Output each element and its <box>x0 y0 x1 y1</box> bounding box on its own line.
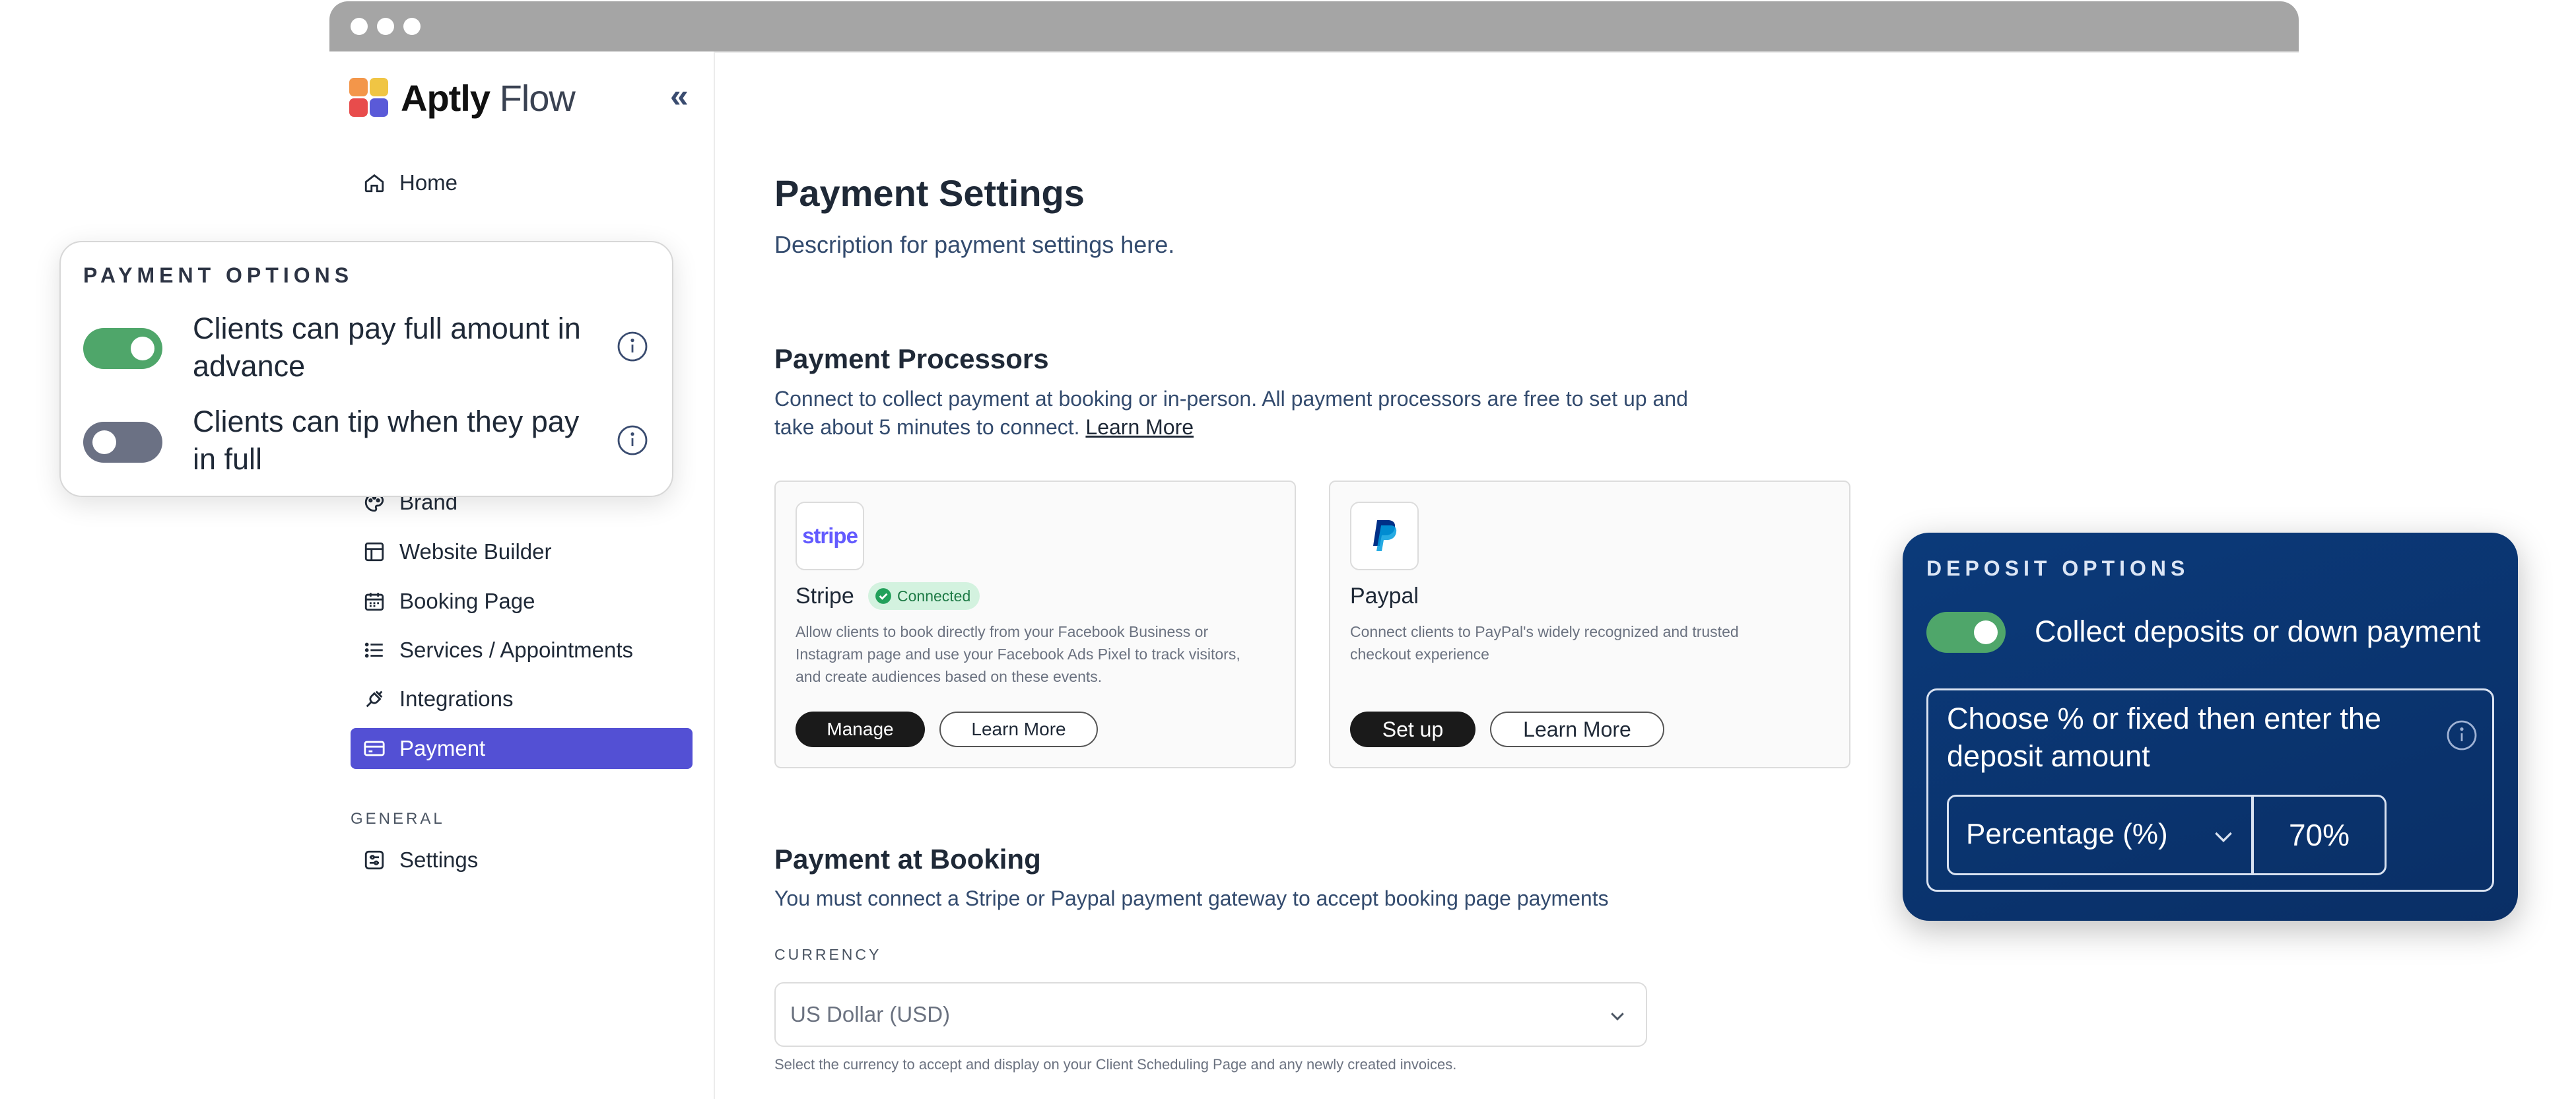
paypal-description-line: Connect clients to PayPal's widely recog… <box>1350 623 1739 640</box>
sidebar-item-home[interactable]: Home <box>351 162 693 203</box>
deposit-toggle-label: Collect deposits or down payment <box>2035 615 2481 648</box>
processors-learn-more-link[interactable]: Learn More <box>1085 415 1194 439</box>
home-icon <box>361 170 388 196</box>
currency-select[interactable]: US Dollar (USD) <box>774 982 1647 1047</box>
sidebar: Aptly Flow « Home Brand Website Builder <box>329 51 715 1099</box>
tip-label-line: Clients can tip when they pay <box>193 405 580 438</box>
info-icon[interactable] <box>617 331 648 362</box>
deposit-box-label-line: deposit amount <box>1947 739 2150 773</box>
stripe-description-line: Instagram page and use your Facebook Ads… <box>796 646 1240 663</box>
paypal-logo <box>1350 502 1419 570</box>
collapse-sidebar-icon[interactable]: « <box>670 77 689 115</box>
sidebar-item-label: Website Builder <box>399 539 552 564</box>
sidebar-item-payment[interactable]: Payment <box>351 728 693 769</box>
toggle-knob <box>1974 620 1998 644</box>
credit-card-icon <box>361 735 388 762</box>
paypal-learn-more-button[interactable]: Learn More <box>1490 712 1664 747</box>
sidebar-item-label: Payment <box>399 736 486 760</box>
check-circle-icon <box>875 588 891 604</box>
paypal-description-line: checkout experience <box>1350 646 1489 663</box>
brand-name: Aptly Flow <box>401 77 576 119</box>
processors-description-line2: take about 5 minutes to connect. Learn M… <box>774 415 1194 440</box>
tip-label: Clients can tip when they pay in full <box>193 403 579 478</box>
sidebar-item-label: Booking Page <box>399 589 535 613</box>
list-icon <box>361 637 388 663</box>
settings-icon <box>361 847 388 873</box>
info-icon[interactable] <box>617 424 648 456</box>
window-maximize-dot[interactable] <box>403 18 421 35</box>
tip-label-line: in full <box>193 442 263 476</box>
window-close-dot[interactable] <box>351 18 368 35</box>
stripe-logo-text: stripe <box>802 523 858 548</box>
toggle-knob <box>131 337 154 360</box>
sidebar-item-booking-page[interactable]: Booking Page <box>351 581 693 622</box>
sidebar-item-label: Settings <box>399 848 479 872</box>
tip-toggle[interactable] <box>83 422 162 463</box>
stripe-manage-button[interactable]: Manage <box>796 712 925 747</box>
deposit-type-select[interactable]: Percentage (%) <box>1947 795 2253 875</box>
booking-description: You must connect a Stripe or Paypal paym… <box>774 886 1609 910</box>
page-description: Description for payment settings here. <box>774 231 1175 258</box>
brand-name-bold: Aptly <box>401 77 491 119</box>
stripe-learn-more-button[interactable]: Learn More <box>939 712 1098 747</box>
deposit-amount-input[interactable]: 70% <box>2252 795 2387 875</box>
status-badge-label: Connected <box>897 587 971 605</box>
chevron-down-icon <box>1611 1013 1624 1021</box>
stripe-description-line: Allow clients to book directly from your… <box>796 623 1209 640</box>
processors-heading: Payment Processors <box>774 343 1049 374</box>
stripe-logo: stripe <box>796 502 864 570</box>
pay-full-label-line: advance <box>193 349 306 383</box>
currency-label: CURRENCY <box>774 946 882 963</box>
payment-options-panel: PAYMENT OPTIONS Clients can pay full amo… <box>59 241 673 497</box>
paypal-description: Connect clients to PayPal's widely recog… <box>1350 620 1839 665</box>
window-minimize-dot[interactable] <box>377 18 394 35</box>
payment-options-heading: PAYMENT OPTIONS <box>83 263 354 287</box>
pay-full-label-line: Clients can pay full amount in <box>193 312 581 345</box>
stripe-title: Stripe <box>796 583 854 609</box>
deposit-box-label-line: Choose % or fixed then enter the <box>1947 702 2381 735</box>
header-divider <box>715 51 2299 53</box>
processors-description-line1: Connect to collect payment at booking or… <box>774 387 1688 411</box>
stripe-description-line: and create audiences based on these even… <box>796 668 1102 685</box>
currency-value: US Dollar (USD) <box>790 1002 951 1026</box>
plug-icon <box>361 686 388 712</box>
deposit-options-panel: DEPOSIT OPTIONS Collect deposits or down… <box>1903 533 2518 921</box>
deposit-toggle[interactable] <box>1926 612 2006 653</box>
sidebar-item-label: Home <box>399 170 458 195</box>
stripe-description: Allow clients to book directly from your… <box>796 620 1284 688</box>
sidebar-item-integrations[interactable]: Integrations <box>351 679 693 719</box>
pay-full-toggle[interactable] <box>83 328 162 369</box>
brand-name-light: Flow <box>499 77 576 119</box>
pay-full-label: Clients can pay full amount in advance <box>193 310 581 385</box>
deposit-amount-box: Choose % or fixed then enter the deposit… <box>1926 688 2494 892</box>
page-title: Payment Settings <box>774 172 1085 214</box>
calendar-icon <box>361 588 388 615</box>
sidebar-item-settings[interactable]: Settings <box>351 840 693 881</box>
processors-description-text: take about 5 minutes to connect. <box>774 415 1080 439</box>
window-titlebar <box>329 1 2299 51</box>
sidebar-item-label: Services / Appointments <box>399 638 634 662</box>
status-badge: Connected <box>868 582 980 610</box>
layout-icon <box>361 539 388 565</box>
info-icon[interactable] <box>2446 719 2478 751</box>
sidebar-item-services[interactable]: Services / Appointments <box>351 630 693 671</box>
deposit-options-heading: DEPOSIT OPTIONS <box>1926 556 2190 580</box>
booking-heading: Payment at Booking <box>774 844 1041 875</box>
deposit-box-label: Choose % or fixed then enter the deposit… <box>1947 700 2381 775</box>
deposit-type-value: Percentage (%) <box>1966 818 2168 850</box>
stripe-card: stripe Stripe Connected Allow clients to… <box>774 481 1296 768</box>
paypal-logo-icon <box>1373 520 1397 551</box>
paypal-card: Paypal Connect clients to PayPal's widel… <box>1329 481 1850 768</box>
paypal-title: Paypal <box>1350 583 1419 609</box>
sidebar-item-label: Integrations <box>399 686 514 711</box>
chevron-down-icon <box>2215 832 2232 843</box>
toggle-knob <box>92 430 116 454</box>
sidebar-item-website-builder[interactable]: Website Builder <box>351 531 693 572</box>
currency-help-text: Select the currency to accept and displa… <box>774 1056 1457 1073</box>
sidebar-section-heading: GENERAL <box>351 810 445 828</box>
paypal-setup-button[interactable]: Set up <box>1350 712 1475 747</box>
